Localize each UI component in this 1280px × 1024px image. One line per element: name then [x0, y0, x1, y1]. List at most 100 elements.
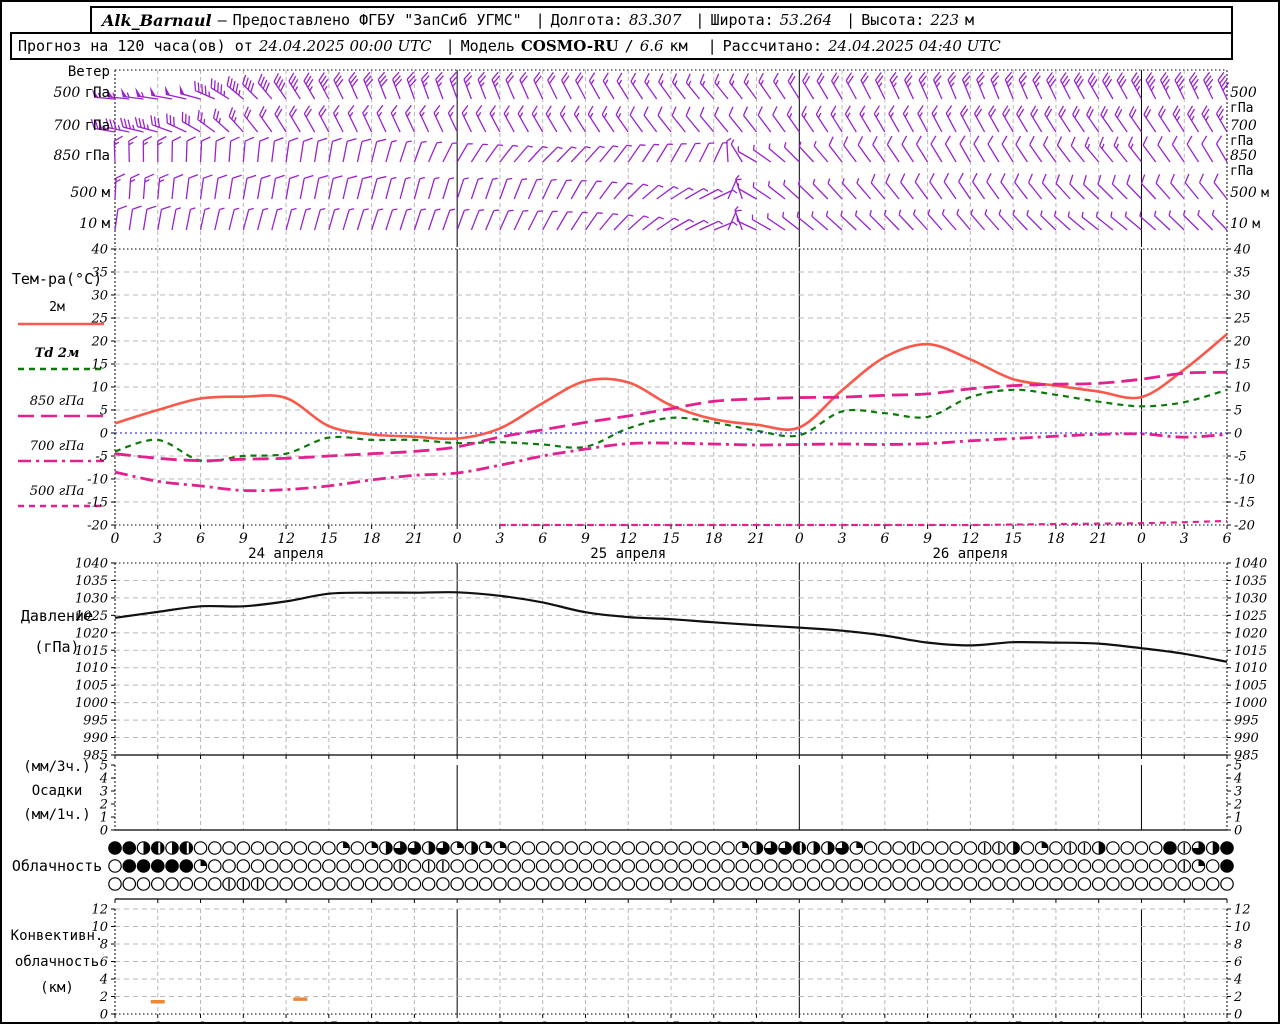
- y-tick-label: 0: [1234, 1008, 1242, 1023]
- y-tick-label: 1010: [1234, 661, 1267, 676]
- y-tick-label: 35: [1234, 266, 1251, 281]
- y-tick-label: 5: [100, 759, 108, 774]
- y-tick-label: 6: [1234, 955, 1242, 970]
- x-tick-label: 0: [795, 531, 804, 547]
- x-tick-label: 18: [363, 531, 381, 547]
- x-tick-label: 21: [1089, 531, 1108, 547]
- y-tick-label: 8: [1234, 938, 1242, 953]
- x-tick-label: 18: [1047, 531, 1065, 547]
- x-tick-label: 9: [581, 531, 590, 547]
- date-label: 26 апреля: [932, 546, 1008, 562]
- x-tick-label: 6: [1223, 1020, 1232, 1024]
- y-tick-label: -5: [1234, 450, 1247, 465]
- y-tick-label: 6: [100, 955, 108, 970]
- x-tick-label: 6: [880, 1020, 889, 1024]
- y-tick-label: 1020: [75, 626, 108, 641]
- x-tick-label: 21: [747, 1020, 766, 1024]
- y-tick-label: 1025: [75, 609, 108, 624]
- y-tick-label: 1040: [1234, 557, 1267, 572]
- y-tick-label: 12: [1234, 903, 1251, 918]
- wind-level-label-10: 10 м: [79, 216, 110, 232]
- y-tick-label: -10: [87, 473, 108, 488]
- wind-level-label-700: 700 гПа: [53, 118, 110, 134]
- y-tick-label: 1015: [75, 644, 108, 659]
- x-tick-label: 3: [495, 531, 504, 547]
- y-tick-label: 35: [91, 266, 108, 281]
- x-tick-label: 12: [619, 1020, 637, 1024]
- y-tick-label: 995: [83, 714, 108, 729]
- y-tick-label: 0: [100, 427, 108, 442]
- x-tick-label: 15: [320, 1020, 338, 1024]
- x-tick-label: 6: [880, 531, 889, 547]
- y-tick-label: 8: [100, 938, 108, 953]
- x-tick-label: 15: [662, 1020, 680, 1024]
- y-tick-label: 12: [91, 903, 108, 918]
- y-tick-label: 4: [1233, 772, 1242, 787]
- x-tick-label: 6: [196, 531, 205, 547]
- y-tick-label: 10: [91, 381, 108, 396]
- wind-level-label-850: 850 гПа: [53, 148, 110, 164]
- wind-level-label-700: 700 гПа: [1230, 118, 1257, 149]
- y-tick-label: -15: [1234, 496, 1255, 511]
- x-tick-label: 6: [538, 531, 547, 547]
- y-tick-label: 20: [1233, 335, 1251, 350]
- x-tick-label: 0: [1137, 1020, 1146, 1024]
- y-tick-label: -15: [87, 496, 108, 511]
- x-tick-label: 9: [923, 531, 932, 547]
- x-tick-label: 21: [404, 1020, 423, 1024]
- x-tick-label: 12: [277, 1020, 295, 1024]
- y-tick-label: 2: [99, 798, 108, 813]
- y-tick-label: 2: [99, 990, 108, 1005]
- x-tick-label: 12: [961, 1020, 979, 1024]
- temperature-series-4: [499, 519, 1228, 527]
- meteogram-page: Alk_Barnaul — Предоставлено ФГБУ "ЗапСиб…: [0, 0, 1280, 1024]
- wind-level-label-500: 500 м: [1230, 185, 1269, 201]
- x-tick-label: 15: [662, 531, 680, 547]
- x-tick-label: 9: [239, 1020, 248, 1024]
- x-tick-label: 12: [961, 531, 979, 547]
- wind-barb-row-2: [113, 135, 1228, 163]
- y-tick-label: 10: [1234, 381, 1251, 396]
- y-tick-label: 0: [1234, 427, 1242, 442]
- y-tick-label: 0: [100, 1008, 108, 1023]
- x-tick-label: 3: [153, 1020, 162, 1024]
- y-tick-label: 2: [1233, 798, 1242, 813]
- y-tick-label: -5: [95, 450, 108, 465]
- x-tick-label: 18: [1047, 1020, 1065, 1024]
- y-tick-label: 5: [1234, 759, 1242, 774]
- y-tick-label: -20: [1234, 519, 1255, 534]
- y-tick-label: 15: [1234, 358, 1251, 373]
- x-tick-label: 0: [453, 531, 462, 547]
- y-tick-label: 1035: [75, 574, 108, 589]
- wind-barb-row-1: [90, 104, 1228, 133]
- y-tick-label: 4: [1233, 973, 1242, 988]
- y-tick-label: 1030: [1234, 591, 1267, 606]
- y-tick-label: -10: [1234, 473, 1255, 488]
- x-tick-label: 12: [277, 531, 295, 547]
- wind-barb-row-3: [114, 172, 1228, 200]
- convective-cloud-bar: [150, 1000, 165, 1004]
- x-tick-label: 0: [453, 1020, 462, 1024]
- y-tick-label: 0: [100, 824, 108, 839]
- x-tick-label: 21: [1089, 1020, 1108, 1024]
- wind-level-label-500: 500 гПа: [53, 85, 110, 101]
- x-tick-label: 3: [1180, 1020, 1189, 1024]
- y-tick-label: 1005: [75, 679, 108, 694]
- y-tick-label: 1000: [75, 696, 108, 711]
- wind-barb-row-0: [91, 71, 1230, 100]
- x-tick-label: 18: [363, 1020, 381, 1024]
- y-tick-label: 1020: [1234, 626, 1267, 641]
- y-tick-label: 3: [100, 785, 108, 800]
- x-tick-label: 15: [320, 531, 338, 547]
- meteogram-plot: -20 -20-15 -15-10 -10-5 -50 05 510 1015 1520 2025…: [18, 69, 1267, 1024]
- y-tick-label: 40: [90, 243, 108, 258]
- x-tick-label: 3: [838, 531, 847, 547]
- x-tick-label: 3: [495, 1020, 504, 1024]
- cloud-row-0: [108, 841, 1234, 855]
- y-tick-label: 0: [1234, 824, 1242, 839]
- y-tick-label: 25: [1233, 312, 1251, 327]
- x-tick-label: 9: [239, 531, 248, 547]
- x-tick-label: 0: [795, 1020, 804, 1024]
- wind-level-label-500: 500 гПа: [1230, 85, 1257, 116]
- x-tick-label: 12: [619, 531, 637, 547]
